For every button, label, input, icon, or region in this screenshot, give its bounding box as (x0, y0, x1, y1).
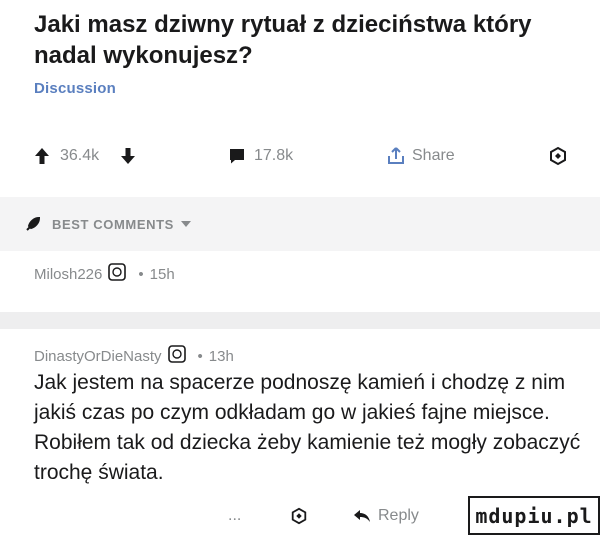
post-actions-bar: 36.4k 17.8k Share (0, 138, 600, 174)
comment-divider (0, 312, 600, 329)
reply-button[interactable]: Reply (352, 498, 419, 534)
comment-1-author[interactable]: Milosh226 (34, 266, 102, 283)
share-label: Share (412, 147, 455, 164)
downvote-arrow-icon (121, 148, 135, 164)
award-icon (291, 507, 307, 525)
comment-2-author[interactable]: DinastyOrDieNasty (34, 348, 162, 365)
award-icon (550, 146, 566, 166)
chevron-down-icon (180, 221, 191, 227)
user-flair-icon (108, 263, 127, 285)
post-title: Jaki masz dziwny rytuał z dzieciństwa kt… (34, 11, 532, 69)
comment-1-meta: Milosh226 • 15h (34, 262, 175, 286)
comment-2-time: 13h (208, 347, 234, 365)
comment-award-button[interactable] (290, 498, 308, 534)
downvote-button[interactable] (120, 138, 136, 174)
more-options-button[interactable]: ... (228, 498, 241, 534)
comment-2-body: Jak jestem na spacerze podnoszę kamień i… (34, 371, 581, 484)
upvote-arrow-icon (35, 148, 49, 164)
share-icon (388, 147, 404, 164)
meta-separator: • (197, 347, 203, 365)
sort-comments-bar[interactable]: BEST COMMENTS (0, 197, 600, 251)
reply-icon (354, 510, 370, 522)
post-flair[interactable]: Discussion (34, 80, 116, 97)
upvote-button[interactable] (34, 138, 50, 174)
comment-1-time: 15h (149, 265, 175, 283)
watermark-logo: mdupiu.pl (468, 496, 600, 535)
upvote-count: 36.4k (60, 147, 100, 164)
comment-count: 17.8k (254, 147, 294, 164)
comment-bubble-icon (230, 149, 244, 164)
reply-label: Reply (378, 507, 419, 524)
user-flair-icon (167, 345, 186, 367)
meta-separator: • (138, 265, 144, 283)
award-button[interactable] (548, 138, 568, 174)
share-button[interactable]: Share (386, 138, 455, 174)
sort-label: BEST COMMENTS (52, 216, 174, 232)
comment-2-meta: DinastyOrDieNasty • 13h (34, 344, 234, 368)
comments-button[interactable]: 17.8k (228, 138, 293, 174)
rocket-icon (26, 216, 41, 231)
